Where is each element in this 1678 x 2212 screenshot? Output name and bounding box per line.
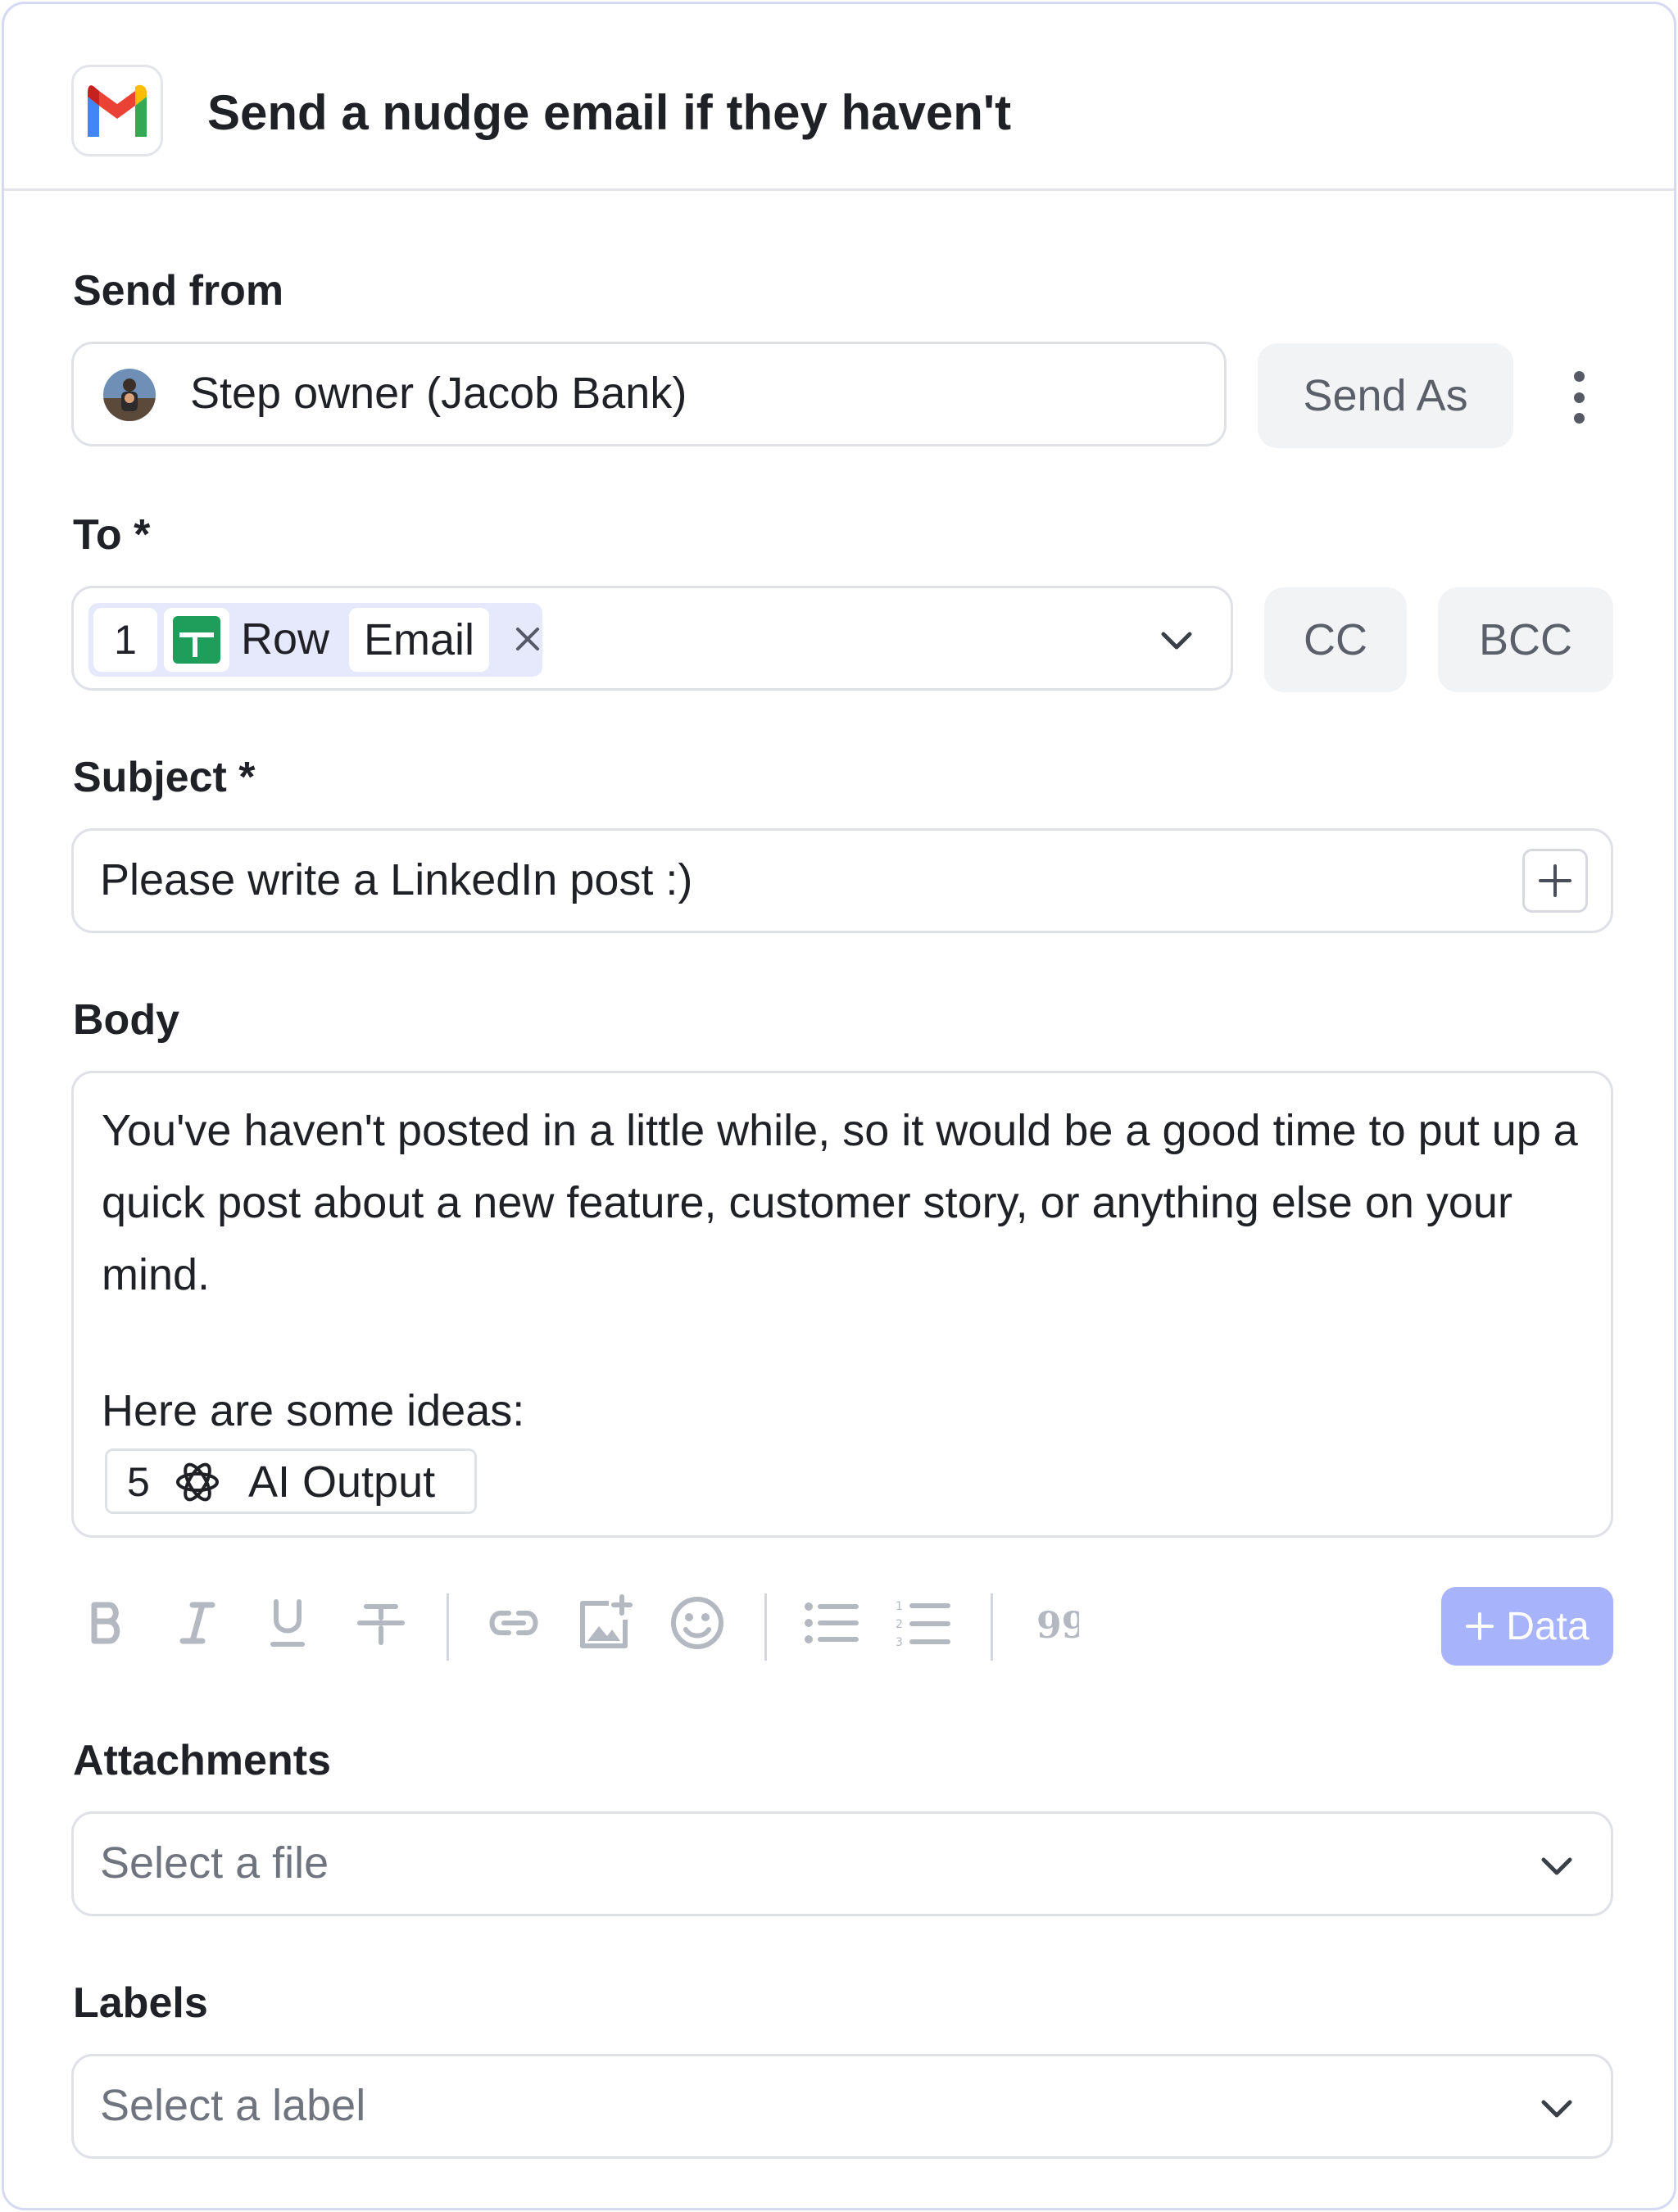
bullet-list-icon[interactable] — [802, 1593, 861, 1652]
numbered-list-icon[interactable]: 1 2 3 — [894, 1593, 953, 1652]
body-ideas-line: Here are some ideas: — [102, 1386, 525, 1435]
labels-select[interactable]: Select a label — [71, 2054, 1613, 2159]
attachments-select[interactable]: Select a file — [71, 1811, 1613, 1916]
image-icon[interactable] — [576, 1593, 635, 1652]
step-number: 1 — [93, 608, 157, 672]
cc-button[interactable]: CC — [1264, 587, 1407, 692]
labels-label: Labels — [73, 1979, 208, 2027]
attachments-placeholder: Select a file — [100, 1838, 329, 1888]
card-header: Send a nudge email if they haven't — [4, 4, 1674, 191]
svg-text:2: 2 — [896, 1618, 903, 1631]
chip-field: AI Output — [248, 1457, 436, 1507]
chevron-down-icon[interactable] — [1535, 1845, 1578, 1888]
step-title: Send a nudge email if they haven't — [207, 85, 1012, 140]
strikethrough-icon[interactable] — [351, 1593, 410, 1652]
gmail-icon — [71, 65, 163, 156]
bold-icon[interactable] — [76, 1593, 135, 1652]
ai-output-chip[interactable]: 5 AI Output — [105, 1448, 477, 1514]
svg-text:99: 99 — [1036, 1607, 1079, 1639]
chip-field: Email — [349, 608, 490, 672]
body-editor[interactable]: You've haven't posted in a little while,… — [71, 1071, 1613, 1538]
send-from-label: Send from — [73, 267, 284, 315]
data-button-label: Data — [1506, 1604, 1590, 1648]
plus-icon — [1466, 1612, 1494, 1640]
emoji-icon[interactable] — [668, 1593, 727, 1652]
svg-text:3: 3 — [896, 1636, 903, 1648]
bcc-button[interactable]: BCC — [1438, 587, 1613, 692]
plus-icon — [1539, 864, 1571, 897]
body-label: Body — [73, 996, 179, 1044]
openai-icon — [176, 1462, 219, 1502]
to-field[interactable]: 1 Row Email — [71, 586, 1233, 691]
subject-label: Subject * — [73, 754, 256, 801]
attachments-label: Attachments — [73, 1737, 331, 1784]
body-paragraph: You've haven't posted in a little while,… — [102, 1106, 1578, 1299]
send-from-field[interactable]: Step owner (Jacob Bank) — [71, 342, 1227, 446]
variable-chip[interactable]: 1 Row Email — [88, 603, 542, 677]
subject-value: Please write a LinkedIn post :) — [100, 855, 693, 904]
close-icon[interactable] — [503, 614, 552, 664]
to-label: To * — [73, 511, 151, 559]
chip-source: Row — [241, 614, 330, 664]
subject-field[interactable]: Please write a LinkedIn post :) — [71, 828, 1613, 933]
google-sheets-icon — [164, 608, 229, 672]
underline-icon[interactable] — [258, 1593, 317, 1652]
svg-text:1: 1 — [896, 1600, 903, 1613]
send-as-button[interactable]: Send As — [1258, 343, 1513, 448]
send-from-value: Step owner (Jacob Bank) — [190, 369, 687, 418]
chevron-down-icon[interactable] — [1155, 619, 1198, 662]
data-button[interactable]: Data — [1441, 1587, 1613, 1666]
insert-data-button[interactable] — [1522, 849, 1588, 913]
quote-icon[interactable]: 99 — [1028, 1593, 1087, 1652]
email-step-card: Send a nudge email if they haven't Send … — [2, 2, 1676, 2210]
link-icon[interactable] — [484, 1593, 543, 1652]
chevron-down-icon[interactable] — [1535, 2087, 1578, 2130]
kebab-menu-icon[interactable] — [1562, 371, 1595, 424]
avatar — [103, 369, 156, 421]
italic-icon[interactable] — [168, 1593, 227, 1652]
labels-placeholder: Select a label — [100, 2081, 366, 2130]
step-number: 5 — [127, 1459, 150, 1505]
